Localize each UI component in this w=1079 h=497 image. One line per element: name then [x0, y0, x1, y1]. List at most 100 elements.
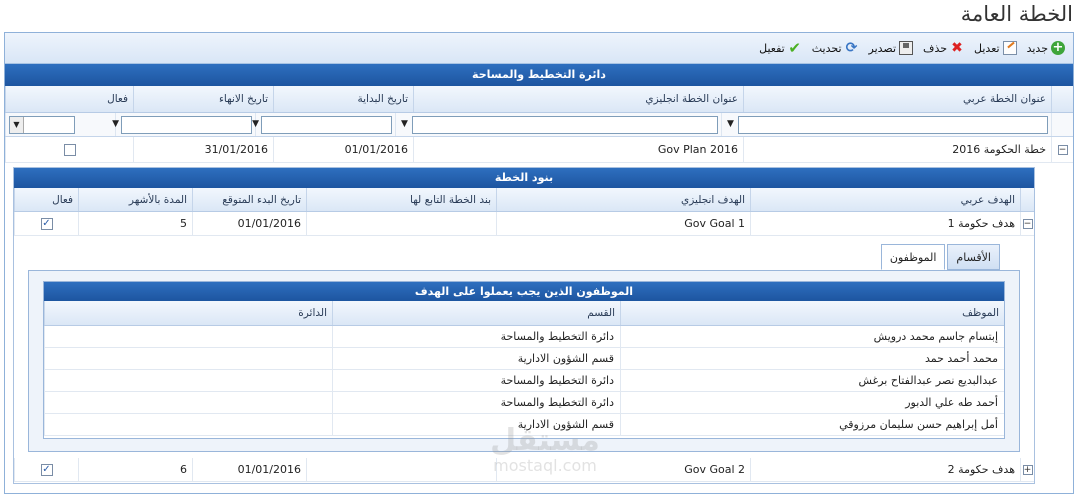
- employee-name: محمد أحمد حمد: [620, 348, 1004, 369]
- filter-active-select[interactable]: ▼: [9, 115, 75, 134]
- filter-icon[interactable]: ▼: [725, 119, 736, 130]
- plan-end-date: 31/01/2016: [133, 137, 273, 162]
- column-header-expected-start[interactable]: تاريخ البدء المتوقع: [192, 188, 306, 211]
- employee-section: دائرة التخطيط والمساحة: [332, 326, 620, 347]
- plan-row[interactable]: − خطة الحكومة 2016 Gov Plan 2016 01/01/2…: [5, 137, 1073, 163]
- column-header-start-date[interactable]: تاريخ البداية: [273, 86, 413, 112]
- expand-icon[interactable]: +: [1022, 464, 1033, 475]
- filter-title-ar-input[interactable]: [738, 115, 1048, 134]
- new-button-label: جديد: [1026, 41, 1048, 55]
- floppy-icon: [899, 41, 914, 55]
- employee-department: [44, 326, 332, 347]
- employee-department: [44, 414, 332, 435]
- employee-section: قسم الشؤون الادارية: [332, 348, 620, 369]
- employee-name: أمل إبراهيم حسن سليمان مرزوقي: [620, 414, 1004, 435]
- employee-row[interactable]: أمل إبراهيم حسن سليمان مرزوقي قسم الشؤون…: [44, 414, 1004, 436]
- delete-icon: ✖: [951, 40, 963, 56]
- filter-end-date: ▼: [112, 113, 255, 136]
- refresh-button-label: تحديث: [811, 41, 842, 55]
- filter-title-ar: ▼: [721, 113, 1051, 136]
- column-header-department[interactable]: الدائرة: [44, 301, 332, 325]
- item-parent: [306, 212, 496, 235]
- employee-row[interactable]: محمد أحمد حمد قسم الشؤون الادارية: [44, 348, 1004, 370]
- item-duration: 6: [78, 458, 192, 481]
- collapse-icon[interactable]: −: [1057, 144, 1068, 155]
- employee-row[interactable]: أحمد طه علي الدبور دائرة التخطيط والمساح…: [44, 392, 1004, 414]
- edit-button[interactable]: تعديل: [974, 41, 1017, 55]
- export-button[interactable]: تصدير: [869, 41, 914, 55]
- new-button[interactable]: + جديد: [1027, 41, 1065, 55]
- filter-end-date-input[interactable]: [121, 115, 252, 134]
- employees-panel: الموظفون الذين يجب يعملوا على الهدف المو…: [28, 270, 1020, 452]
- activate-button[interactable]: ✔ تفعيل: [759, 39, 802, 57]
- filter-start-date-input[interactable]: [261, 115, 392, 134]
- filter-title-en-input[interactable]: [412, 115, 718, 134]
- department-group-header: دائرة التخطيط والمساحة: [5, 64, 1073, 86]
- delete-button[interactable]: ✖ حذف: [923, 41, 964, 55]
- item-goal-en: Gov Goal 1: [496, 212, 750, 235]
- column-header-duration[interactable]: المدة بالأشهر: [78, 188, 192, 211]
- employees-grid-title: الموظفون الذين يجب يعملوا على الهدف: [44, 282, 1004, 301]
- refresh-button[interactable]: ⟳ تحديث: [812, 41, 859, 55]
- item-parent: [306, 458, 496, 481]
- toolbar: + جديد تعديل ✖ حذف تصدير ⟳ تحديث ✔ تفعيل: [5, 33, 1073, 64]
- item-active-checkbox[interactable]: ✓: [40, 217, 53, 230]
- tab-employees[interactable]: الموظفون: [880, 244, 946, 270]
- edit-icon: [1002, 41, 1017, 55]
- filter-active: ▼: [5, 113, 115, 136]
- detail-tabs: الأقسام الموظفون: [880, 244, 1000, 270]
- filter-icon[interactable]: ▼: [399, 119, 410, 130]
- items-expand-header: [1020, 188, 1034, 211]
- employee-name: أحمد طه علي الدبور: [620, 392, 1004, 413]
- employee-section: قسم الشؤون الادارية: [332, 414, 620, 435]
- plan-title-ar: خطة الحكومة 2016: [743, 137, 1051, 162]
- filter-icon[interactable]: ▼: [112, 119, 119, 130]
- column-header-item-active[interactable]: فعال: [14, 188, 78, 211]
- column-header-goal-en[interactable]: الهدف انجليزي: [496, 188, 750, 211]
- plan-items-detail: بنود الخطة الهدف عربي الهدف انجليزي بند …: [13, 167, 1035, 484]
- item-expected-start: 01/01/2016: [192, 212, 306, 235]
- item-goal-ar: هدف حكومة 1: [750, 212, 1020, 235]
- refresh-icon: ⟳: [845, 40, 858, 56]
- chevron-down-icon: ▼: [10, 116, 24, 133]
- column-header-parent-item[interactable]: بند الخطة التابع لها: [306, 188, 496, 211]
- page-title: الخطة العامة: [960, 2, 1073, 26]
- plan-title-en: Gov Plan 2016: [413, 137, 743, 162]
- item-active-checkbox[interactable]: ✓: [40, 463, 53, 476]
- item-goal-ar: هدف حكومة 2: [750, 458, 1020, 481]
- plus-icon: +: [1051, 40, 1065, 55]
- column-header-goal-ar[interactable]: الهدف عربي: [750, 188, 1020, 211]
- plans-grid-header: عنوان الخطة عربي عنوان الخطة انجليزي تار…: [5, 86, 1073, 113]
- employee-section: دائرة التخطيط والمساحة: [332, 392, 620, 413]
- item-row[interactable]: − هدف حكومة 1 Gov Goal 1 01/01/2016 5 ✓: [14, 212, 1034, 236]
- item-expected-start: 01/01/2016: [192, 458, 306, 481]
- item-duration: 5: [78, 212, 192, 235]
- employee-department: [44, 392, 332, 413]
- plan-active-cell: [5, 137, 133, 162]
- column-header-employee[interactable]: الموظف: [620, 301, 1004, 325]
- items-grid-header: الهدف عربي الهدف انجليزي بند الخطة التاب…: [14, 188, 1034, 212]
- collapse-icon[interactable]: −: [1022, 218, 1033, 229]
- plan-grid-frame: + جديد تعديل ✖ حذف تصدير ⟳ تحديث ✔ تفعيل…: [4, 32, 1074, 494]
- filter-icon[interactable]: ▼: [252, 119, 259, 130]
- column-header-section[interactable]: القسم: [332, 301, 620, 325]
- employee-row[interactable]: عبدالبديع نصر عبدالفتاح برغش دائرة التخط…: [44, 370, 1004, 392]
- column-header-title-en[interactable]: عنوان الخطة انجليزي: [413, 86, 743, 112]
- column-header-title-ar[interactable]: عنوان الخطة عربي: [743, 86, 1051, 112]
- filter-spacer: [1051, 113, 1073, 136]
- item-row[interactable]: + هدف حكومة 2 Gov Goal 2 01/01/2016 6 ✓: [14, 458, 1034, 482]
- item-expand-cell: +: [1020, 458, 1034, 481]
- items-grid-title: بنود الخطة: [14, 168, 1034, 188]
- check-icon: ✔: [788, 39, 801, 57]
- plan-active-checkbox[interactable]: [63, 143, 76, 156]
- employee-name: إبتسام جاسم محمد درويش: [620, 326, 1004, 347]
- employee-row[interactable]: إبتسام جاسم محمد درويش دائرة التخطيط وال…: [44, 326, 1004, 348]
- employee-name: عبدالبديع نصر عبدالفتاح برغش: [620, 370, 1004, 391]
- item-goal-en: Gov Goal 2: [496, 458, 750, 481]
- plans-filter-row: ▼ ▼ ▼ ▼ ▼: [5, 113, 1073, 137]
- item-active-cell: ✓: [14, 458, 78, 481]
- column-header-active[interactable]: فعال: [5, 86, 133, 112]
- tab-departments[interactable]: الأقسام: [947, 244, 1000, 270]
- column-header-end-date[interactable]: تاريخ الانهاء: [133, 86, 273, 112]
- expand-cell: −: [1051, 137, 1073, 162]
